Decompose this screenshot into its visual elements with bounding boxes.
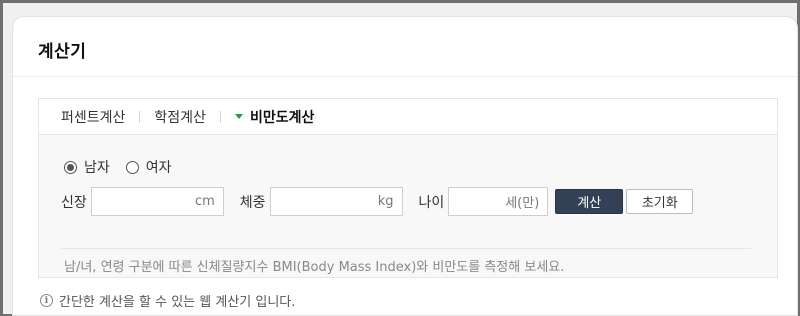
tab-percent[interactable]: 퍼센트계산 bbox=[61, 107, 125, 127]
gender-radio-female[interactable]: 여자 bbox=[125, 157, 172, 177]
height-input[interactable]: cm bbox=[90, 187, 224, 216]
tab-separator bbox=[219, 110, 221, 123]
calculate-button[interactable]: 계산 bbox=[555, 189, 624, 214]
reset-button[interactable]: 초기화 bbox=[626, 189, 694, 214]
triangle-down-icon bbox=[234, 114, 243, 119]
weight-input[interactable]: kg bbox=[269, 187, 403, 216]
tab-separator bbox=[139, 110, 141, 123]
tab-obesity[interactable]: 비만도계산 bbox=[234, 107, 315, 127]
gender-radio-group: 남자 여자 bbox=[64, 157, 188, 177]
calculator-panel: 퍼센트계산 학점계산 비만도계산 남자 여자 신장 cm 체중 kg 나이 세(… bbox=[38, 98, 778, 278]
help-text: 남/녀, 연령 구분에 따른 신체질량지수 BMI(Body Mass Inde… bbox=[64, 260, 565, 275]
gender-female-label: 여자 bbox=[145, 160, 172, 176]
age-label: 나이 bbox=[418, 194, 445, 211]
calculator-card: 계산기 퍼센트계산 학점계산 비만도계산 남자 여자 신장 cm 체중 kg 나… bbox=[12, 16, 798, 316]
info-icon: i bbox=[40, 294, 53, 307]
tab-grade[interactable]: 학점계산 bbox=[154, 107, 206, 127]
panel-divider bbox=[61, 248, 751, 249]
age-unit: 세(만) bbox=[505, 196, 540, 211]
measurement-inputs: 신장 cm 체중 kg 나이 세(만) 계산 초기화 bbox=[61, 187, 694, 216]
gender-male-label: 남자 bbox=[84, 160, 110, 176]
weight-unit: kg bbox=[377, 194, 394, 209]
calculator-tabs: 퍼센트계산 학점계산 비만도계산 bbox=[39, 99, 777, 135]
tab-obesity-label: 비만도계산 bbox=[249, 109, 315, 126]
height-label: 신장 bbox=[61, 194, 87, 211]
footnote-text: 간단한 계산을 할 수 있는 웹 계산기 입니다. bbox=[59, 295, 296, 310]
footnote: i 간단한 계산을 할 수 있는 웹 계산기 입니다. bbox=[40, 291, 295, 310]
height-unit: cm bbox=[194, 194, 215, 209]
tab-percent-label: 퍼센트계산 bbox=[61, 109, 126, 126]
age-input[interactable]: 세(만) bbox=[448, 187, 549, 216]
radio-checked-icon bbox=[64, 160, 77, 174]
tab-grade-label: 학점계산 bbox=[154, 109, 206, 126]
card-title: 계산기 bbox=[38, 42, 87, 62]
weight-label: 체중 bbox=[239, 194, 266, 211]
title-divider bbox=[13, 76, 797, 77]
gender-radio-male[interactable]: 남자 bbox=[64, 157, 110, 177]
radio-unchecked-icon bbox=[125, 160, 139, 174]
